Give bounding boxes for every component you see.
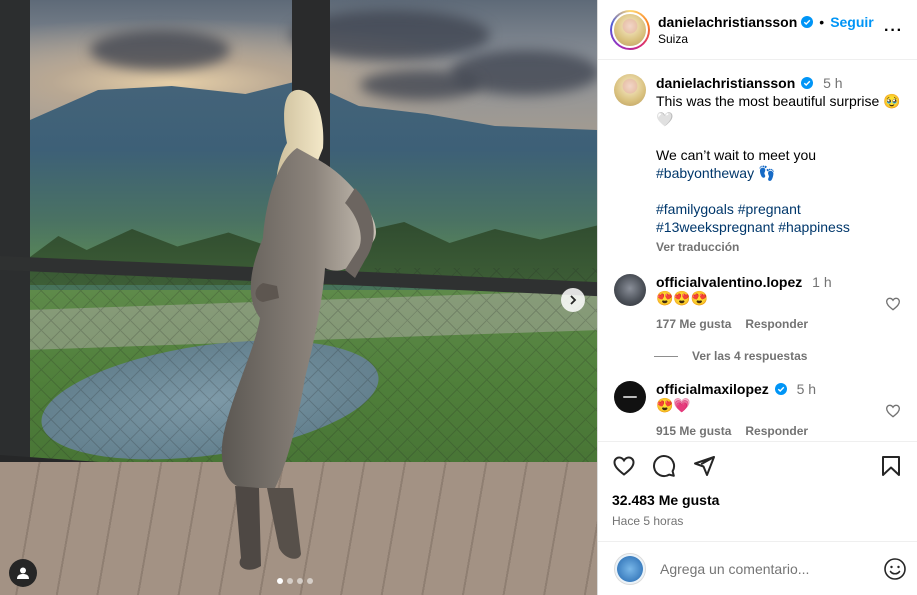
replies-divider (654, 355, 678, 357)
commenter-username[interactable]: officialvalentino.lopez (656, 274, 802, 290)
comment-text: 😍😍😍 (656, 290, 709, 306)
caption-line: This was the most beautiful surprise 🥹 (656, 93, 901, 109)
caption-line: We can’t wait to meet you (656, 147, 817, 163)
verified-badge-icon (774, 383, 787, 395)
reply-button[interactable]: Responder (745, 317, 808, 331)
commenter-avatar[interactable] (614, 274, 646, 306)
emoji-icon[interactable] (883, 557, 907, 581)
current-user-avatar (614, 552, 646, 585)
commenter-avatar[interactable] (614, 381, 646, 413)
caption-line: 🤍 (656, 111, 674, 127)
caption-time: 5 h (823, 75, 843, 91)
heart-outline-icon[interactable] (885, 296, 901, 312)
post-location[interactable]: Suiza (658, 32, 905, 46)
post-header: danielachristiansson • Seguir Suiza ··· (598, 0, 917, 60)
comment-likes-count[interactable]: 915 Me gusta (656, 424, 731, 438)
carousel-dot (297, 578, 303, 584)
commenter-username[interactable]: officialmaxilopez (656, 381, 769, 397)
like-heart-icon[interactable] (612, 454, 636, 478)
comments-scroll-area[interactable]: danielachristiansson 5 h This was the mo… (598, 60, 917, 441)
hashtag-link[interactable]: #happiness (778, 219, 850, 235)
post-side-panel: danielachristiansson • Seguir Suiza ··· … (597, 0, 917, 595)
heart-outline-icon[interactable] (885, 403, 901, 419)
carousel-dot (307, 578, 313, 584)
hashtag-link[interactable]: #familygoals (656, 201, 734, 217)
post-caption: danielachristiansson 5 h This was the mo… (614, 74, 901, 256)
caption-emoji: 👣 (757, 165, 776, 181)
comment-text: 😍💗 (656, 397, 691, 413)
share-paper-plane-icon[interactable] (692, 454, 716, 478)
post-time-ago: Hace 5 horas (612, 514, 684, 528)
tagged-users-button[interactable] (9, 559, 37, 587)
photo-woman-silhouette (221, 89, 376, 570)
follow-button[interactable]: Seguir (830, 14, 874, 30)
instagram-post-modal: danielachristiansson • Seguir Suiza ··· … (0, 0, 917, 595)
post-photo[interactable] (0, 0, 597, 595)
verified-badge-icon (801, 77, 814, 89)
post-actions: 32.483 Me gusta Hace 5 horas (598, 441, 917, 541)
comment-time: 1 h (812, 274, 832, 290)
add-comment-input[interactable] (660, 560, 869, 577)
reply-button[interactable]: Responder (745, 424, 808, 438)
comment-time: 5 h (796, 381, 817, 397)
carousel-dots (277, 578, 313, 584)
chevron-right-icon (570, 295, 577, 305)
comment-bubble-icon[interactable] (652, 454, 676, 478)
caption-username[interactable]: danielachristiansson (656, 75, 795, 91)
add-comment-bar (598, 541, 917, 595)
user-icon (17, 567, 29, 579)
view-replies-button[interactable]: Ver las 4 respuestas (654, 349, 901, 363)
likes-count[interactable]: 32.483 Me gusta (612, 492, 903, 508)
separator-dot: • (819, 13, 825, 30)
more-horizontal-icon[interactable]: ··· (884, 22, 903, 40)
verified-badge-icon (801, 15, 814, 28)
comment-likes-count[interactable]: 177 Me gusta (656, 317, 731, 331)
see-translation-link[interactable]: Ver traducción (656, 238, 901, 256)
caption-author-avatar[interactable] (614, 74, 646, 106)
photo-wooden-post (0, 0, 30, 460)
comment-item: officialmaxilopez 5 h 😍💗 915 Me gusta Re… (614, 381, 901, 438)
carousel-dot (287, 578, 293, 584)
author-avatar (612, 11, 648, 48)
comment-item: officialvalentino.lopez 1 h 😍😍😍 177 Me g… (614, 274, 901, 331)
carousel-next-button[interactable] (561, 288, 585, 312)
hashtag-link[interactable]: #pregnant (738, 201, 801, 217)
save-bookmark-icon[interactable] (879, 454, 903, 478)
carousel-dot (277, 578, 283, 584)
view-replies-label: Ver las 4 respuestas (692, 349, 808, 363)
hashtag-link[interactable]: #13weekspregnant (656, 219, 774, 235)
author-avatar-story-ring[interactable] (610, 9, 650, 50)
author-username[interactable]: danielachristiansson (658, 14, 797, 30)
hashtag-link[interactable]: #babyontheway (656, 165, 754, 181)
